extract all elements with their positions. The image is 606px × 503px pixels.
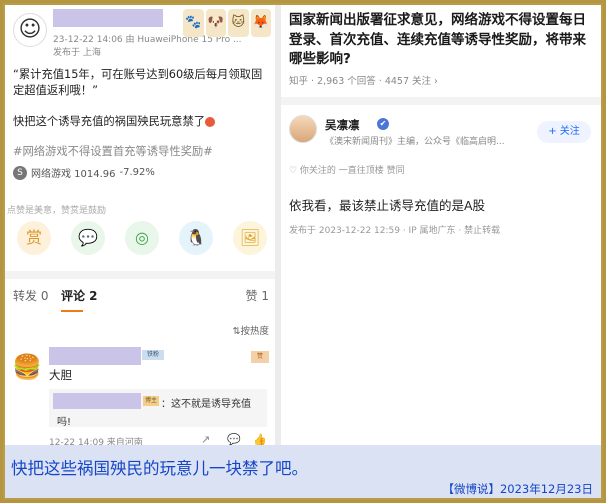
reward-icon[interactable]: 赏 bbox=[17, 221, 51, 255]
tab-like[interactable]: 赞 1 bbox=[246, 287, 269, 304]
like-hint: 点赞是美意，赞赏是鼓励 bbox=[7, 206, 107, 216]
stock-icon: S bbox=[13, 165, 27, 180]
weibo-post-panel: ☺ 23-12-22 14:06 由 HuaweiPhone 15 Pro ..… bbox=[5, 5, 275, 448]
post-quote: “累计充值15年，可在账号达到60级后每月领取固定超值返利哦！” bbox=[13, 68, 263, 97]
tab-comment[interactable]: 评论 2 bbox=[61, 287, 98, 304]
stock-label: 网络游戏 1014.96 bbox=[31, 169, 116, 180]
wechat-icon[interactable]: 💬 bbox=[71, 221, 105, 255]
post-text-content: 快把这个诱导充值的祸国殃民玩意禁了 bbox=[13, 115, 206, 128]
sort-by-hot[interactable]: ⇅按热度 bbox=[233, 323, 269, 337]
answer-text: 依我看，最该禁止诱导充值的是A股 bbox=[289, 198, 486, 213]
commenter-name-redacted[interactable] bbox=[49, 347, 141, 365]
author-name[interactable]: 吴凛凛 bbox=[325, 117, 360, 133]
post-text: 快把这个诱导充值的祸国殃民玩意禁了 bbox=[13, 113, 269, 129]
follow-button[interactable]: + 关注 bbox=[537, 121, 591, 143]
comment-tabs: 转发 0 评论 2 赞 1 bbox=[5, 279, 275, 313]
reply-text: ：这不就是诱导充值 bbox=[161, 399, 251, 410]
author-avatar[interactable] bbox=[289, 115, 317, 143]
caption-source: 【微博说】2023年12月23日 bbox=[442, 482, 593, 496]
sticker-row: 🐾 🐶 🐱 🦊 bbox=[183, 9, 271, 39]
caption-text: 快把这些祸国殃民的玩意儿一块禁了吧。 bbox=[11, 459, 308, 478]
comment-text: 大胆 bbox=[49, 368, 72, 382]
moments-icon[interactable]: ◎ bbox=[125, 221, 159, 255]
replier-name-redacted[interactable] bbox=[53, 393, 141, 409]
author-badge: 博主 bbox=[143, 396, 159, 406]
commenter-avatar[interactable]: 🍔 bbox=[9, 351, 45, 383]
caption-bar: 快把这些祸国殃民的玩意儿一块禁了吧。 【微博说】2023年12月23日 bbox=[5, 445, 601, 498]
stock-change: -7.92% bbox=[119, 167, 155, 178]
question-title[interactable]: 国家新闻出版署征求意见，网络游戏不得设置每日登录、首次充值、连续充值等诱导性奖励… bbox=[289, 11, 595, 70]
image-share-icon[interactable]: 🖼 bbox=[233, 221, 267, 255]
username-redacted[interactable] bbox=[53, 9, 163, 27]
section-divider bbox=[281, 97, 601, 105]
post-location: 发布于 上海 bbox=[53, 48, 101, 58]
reply-box[interactable]: 博主 ：这不就是诱导充值 吗! bbox=[49, 389, 267, 428]
sticker-icon: 🐾 bbox=[183, 9, 204, 37]
screenshot-canvas: ☺ 23-12-22 14:06 由 HuaweiPhone 15 Pro ..… bbox=[5, 5, 601, 498]
fan-badge: 铁粉 bbox=[142, 350, 164, 360]
post-hashtag[interactable]: #网络游戏不得设置首充等诱导性奖励# bbox=[13, 143, 269, 159]
author-description: 《澳宋新闻周刊》主编，公众号《临高启明... bbox=[325, 137, 505, 147]
followed-hint: ♡ 你关注的 一直往顶楼 赞同 bbox=[289, 166, 405, 176]
section-divider bbox=[5, 271, 275, 279]
sticker-icon: 🦊 bbox=[250, 9, 271, 37]
comment-like-badge[interactable]: 赞 bbox=[251, 351, 269, 363]
share-icons-row: 赏 💬 ◎ 🐧 🖼 bbox=[17, 221, 267, 255]
reply-text-cont: 吗! bbox=[57, 417, 72, 428]
sticker-icon: 🐱 bbox=[228, 9, 249, 37]
zhihu-answer-panel: 国家新闻出版署征求意见，网络游戏不得设置每日登录、首次充值、连续充值等诱导性奖励… bbox=[281, 5, 601, 445]
active-tab-indicator bbox=[61, 310, 83, 312]
verified-icon: ✔ bbox=[377, 118, 389, 130]
tab-repost[interactable]: 转发 0 bbox=[13, 287, 48, 304]
answer-footer: 发布于 2023-12-22 12:59 · IP 属地广东 · 禁止转载 bbox=[289, 226, 501, 236]
angry-emoji-icon bbox=[205, 117, 216, 127]
qq-icon[interactable]: 🐧 bbox=[179, 221, 213, 255]
sticker-icon: 🐶 bbox=[205, 9, 226, 37]
question-meta[interactable]: 知乎 · 2,963 个回答 · 4457 关注 › bbox=[289, 73, 438, 87]
avatar[interactable]: ☺ bbox=[13, 13, 47, 47]
stock-tag[interactable]: S 网络游戏 1014.96 -7.92% bbox=[13, 165, 155, 180]
